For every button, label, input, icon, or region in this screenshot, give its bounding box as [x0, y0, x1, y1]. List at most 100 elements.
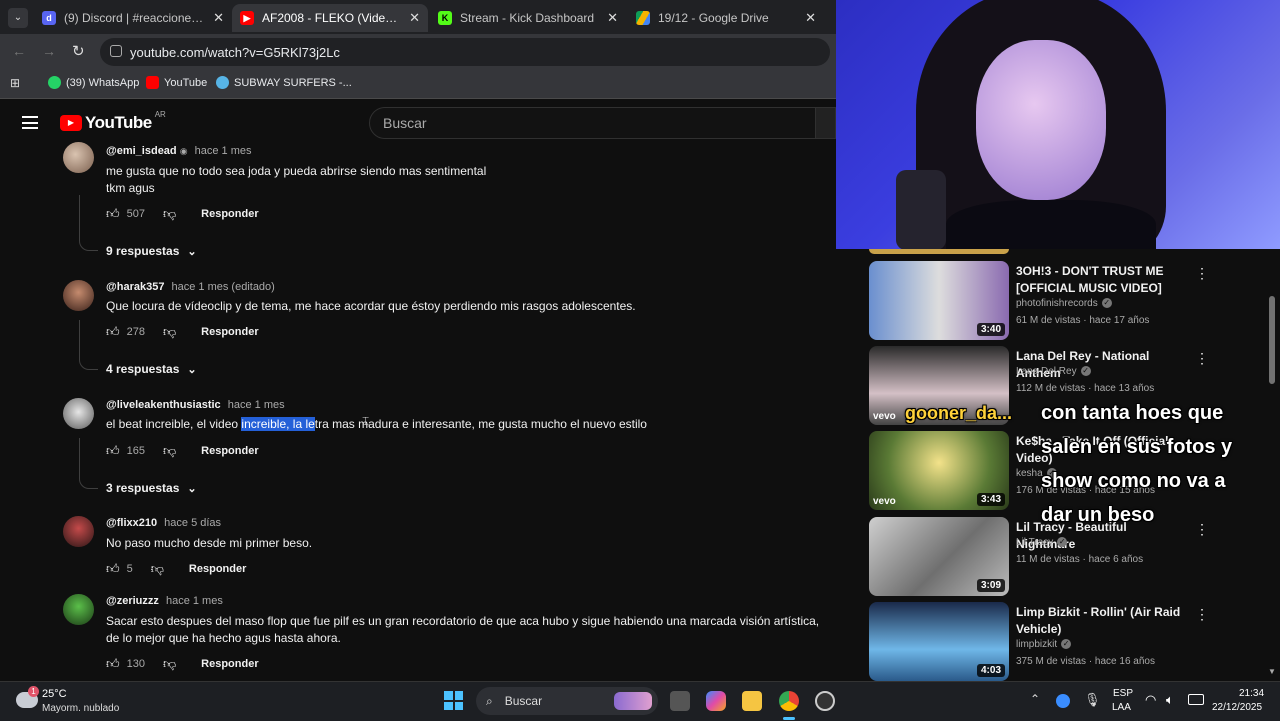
weather-widget[interactable]: 1 25°C Mayorm. nublado [14, 686, 134, 718]
bookmark-youtube[interactable]: YouTube [146, 76, 207, 89]
close-tab-icon[interactable]: ✕ [409, 10, 420, 26]
chevron-up-icon[interactable]: ⌃ [1030, 692, 1040, 706]
tab-search-button[interactable]: ⌄ [8, 8, 28, 28]
comment-time[interactable]: hace 1 mes [166, 595, 223, 607]
tab-google-drive[interactable]: 19/12 - Google Drive ✕ [628, 4, 824, 32]
reply-button[interactable]: Responder [189, 563, 246, 575]
comment-time[interactable]: hace 1 mes (editado) [172, 281, 275, 293]
reply-button[interactable]: Responder [201, 658, 258, 670]
tab-kick[interactable]: K Stream - Kick Dashboard ✕ [430, 4, 626, 32]
menu-icon[interactable] [22, 116, 38, 129]
video-menu-icon[interactable]: ⋮ [1195, 265, 1209, 282]
dislike-icon[interactable]: 👎︎ [163, 443, 176, 459]
recommended-video[interactable]: 3:09 Lil Tracy - Beautiful Nightmare Lil… [869, 517, 1279, 597]
video-menu-icon[interactable]: ⋮ [1195, 350, 1209, 367]
dislike-icon[interactable]: 👎︎ [163, 206, 176, 222]
scroll-down-icon[interactable]: ▼ [1268, 667, 1276, 676]
dislike-icon[interactable]: 👎︎ [163, 324, 176, 340]
like-icon[interactable]: 👍︎ [106, 324, 120, 340]
comment-author[interactable]: @harak357 [106, 281, 164, 293]
wifi-icon[interactable]: ◠ [1145, 692, 1156, 708]
comment-time[interactable]: hace 1 mes [228, 399, 285, 411]
youtube-search-input[interactable]: Buscar [369, 107, 816, 139]
file-explorer-icon[interactable] [742, 691, 762, 711]
microphone-icon[interactable]: 🎙︎ [1084, 692, 1101, 708]
recommended-video[interactable]: 4:03 Limp Bizkit - Rollin' (Air Raid Veh… [869, 602, 1279, 682]
dislike-icon[interactable]: 👎︎ [163, 656, 176, 672]
avatar[interactable] [63, 594, 94, 625]
video-title[interactable]: Limp Bizkit - Rollin' (Air Raid Vehicle) [1016, 604, 1181, 638]
video-menu-icon[interactable]: ⋮ [1195, 606, 1209, 623]
back-icon[interactable]: ← [12, 43, 26, 59]
reply-button[interactable]: Responder [201, 208, 258, 220]
scrollbar-thumb[interactable] [1269, 296, 1275, 384]
apps-grid-icon[interactable]: ⊞ [10, 76, 20, 90]
tab-discord[interactable]: d (9) Discord | #reacciones-musi ✕ [34, 4, 232, 32]
comment-author[interactable]: @zeriuzzz [106, 595, 159, 607]
avatar[interactable] [63, 280, 94, 311]
video-thumbnail[interactable]: 3:40 [869, 261, 1009, 340]
like-icon[interactable]: 👍︎ [106, 656, 120, 672]
tray-app-icon[interactable] [1056, 694, 1070, 708]
like-icon[interactable]: 👍︎ [106, 206, 120, 222]
comment-time[interactable]: hace 5 días [164, 517, 221, 529]
forward-icon[interactable]: → [42, 43, 56, 59]
weather-condition: Mayorm. nublado [42, 703, 120, 714]
keyboard-layout[interactable]: LAA [1112, 702, 1131, 713]
like-icon[interactable]: 👍︎ [106, 443, 120, 459]
video-meta: 112 M de vistas · hace 13 años [1016, 383, 1155, 394]
channel-name[interactable]: Lana Del Rey ✓ [1016, 366, 1091, 377]
avatar[interactable] [63, 398, 94, 429]
chrome-icon[interactable] [779, 691, 799, 711]
video-menu-icon[interactable]: ⋮ [1195, 521, 1209, 538]
video-thumbnail[interactable]: 4:03 [869, 602, 1009, 681]
comment-author[interactable]: @flixx210 [106, 517, 157, 529]
obs-icon[interactable] [815, 691, 835, 711]
video-thumbnail[interactable]: 3:09 [869, 517, 1009, 596]
channel-name[interactable]: photofinishrecords ✓ [1016, 298, 1112, 309]
channel-name[interactable]: limpbizkit ✓ [1016, 639, 1072, 650]
bookmark-subway-surfers[interactable]: SUBWAY SURFERS -... [216, 76, 352, 89]
search-button[interactable] [816, 107, 836, 139]
bookmark-whatsapp[interactable]: (39) WhatsApp [48, 76, 139, 89]
video-thumbnail[interactable]: vevo 3:43 [869, 431, 1009, 510]
recommended-video[interactable]: 3:40 3OH!3 - DON'T TRUST ME [OFFICIAL MU… [869, 261, 1279, 341]
replies-toggle[interactable]: 4 respuestas ⌄ [106, 362, 197, 376]
task-view-icon[interactable] [670, 691, 690, 711]
comment-time[interactable]: hace 1 mes [195, 145, 252, 157]
replies-toggle[interactable]: 9 respuestas ⌄ [106, 244, 197, 258]
address-bar[interactable]: youtube.com/watch?v=G5RKl73j2Lc [100, 38, 830, 66]
video-title[interactable]: 3OH!3 - DON'T TRUST ME [OFFICIAL MUSIC V… [1016, 263, 1181, 297]
copilot-icon[interactable] [706, 691, 726, 711]
replies-toggle[interactable]: 3 respuestas ⌄ [106, 481, 197, 495]
recommendations-sidebar: 3:40 3OH!3 - DON'T TRUST ME [OFFICIAL MU… [836, 249, 1280, 681]
close-tab-icon[interactable]: ✕ [213, 10, 224, 26]
comment-author[interactable]: @emi_isdead [106, 145, 177, 157]
close-tab-icon[interactable]: ✕ [805, 10, 816, 26]
battery-icon[interactable] [1188, 694, 1204, 705]
reply-button[interactable]: Responder [201, 445, 258, 457]
channel-name[interactable]: Lil Tracy ✓ [1016, 537, 1068, 548]
like-icon[interactable]: 👍︎ [106, 561, 120, 577]
close-tab-icon[interactable]: ✕ [607, 10, 618, 26]
dislike-icon[interactable]: 👎︎ [151, 561, 164, 577]
youtube-logo[interactable]: ▶ YouTube AR [60, 110, 166, 133]
volume-icon[interactable]: 🔈︎ [1166, 692, 1174, 708]
chat-line-1: con tanta hoes que [1041, 402, 1224, 424]
language-indicator[interactable]: ESP [1113, 688, 1133, 699]
taskbar-search-box[interactable]: ⌕ Buscar [476, 687, 658, 715]
clock-date[interactable]: 22/12/2025 [1212, 702, 1262, 713]
reload-icon[interactable]: ↻ [72, 42, 85, 60]
clock-time[interactable]: 21:34 [1239, 688, 1264, 699]
avatar[interactable] [63, 516, 94, 547]
site-info-icon[interactable] [110, 45, 122, 57]
avatar[interactable] [63, 142, 94, 173]
tab-youtube-active[interactable]: ▶ AF2008 - FLEKO (Video Oficial) ✕ [232, 4, 428, 32]
comment-author[interactable]: @liveleakenthusiastic [106, 399, 221, 411]
kick-icon: K [438, 11, 452, 25]
start-icon[interactable] [444, 691, 463, 710]
comment-actions: 👍︎ 130 👎︎ Responder [106, 656, 259, 672]
temperature: 25°C [42, 688, 67, 700]
reply-button[interactable]: Responder [201, 326, 258, 338]
thread-line [79, 320, 98, 370]
